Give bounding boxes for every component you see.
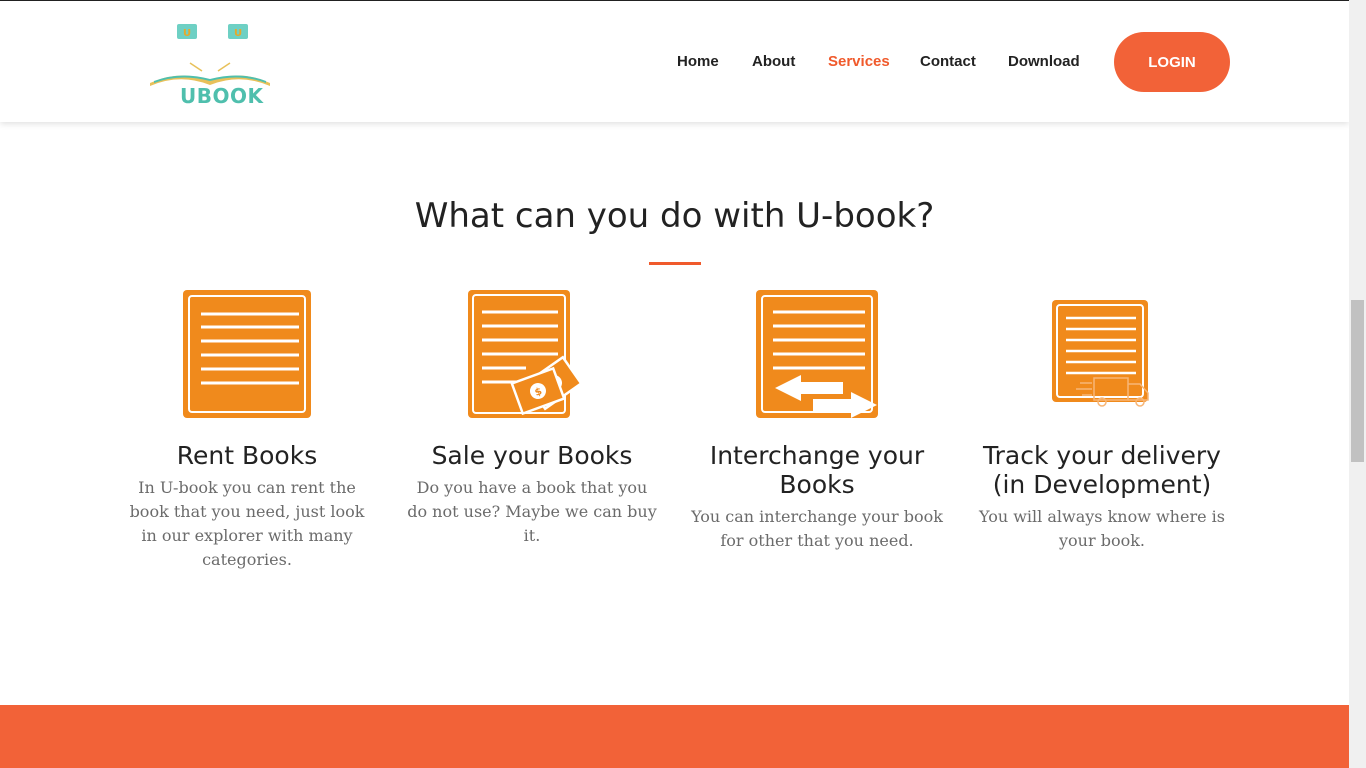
card-description: You can interchange your book for other …	[691, 507, 943, 550]
document-icon	[183, 290, 311, 418]
card-description: In U-book you can rent the book that you…	[129, 478, 365, 569]
card-description: You will always know where is your book.	[979, 507, 1225, 550]
card-title: Sale your Books	[431, 441, 633, 470]
service-card-track: Track your delivery (in Development) You…	[967, 285, 1237, 553]
nav-services[interactable]: Services	[828, 53, 890, 70]
card-description: Do you have a book that you do not use? …	[407, 478, 657, 545]
svg-text:U: U	[234, 28, 242, 39]
document-exchange-icon	[756, 290, 878, 418]
nav-contact[interactable]: Contact	[920, 53, 976, 70]
ubook-logo[interactable]: U U UBOOK	[146, 21, 274, 111]
heading-underline	[649, 262, 701, 265]
logo-wordmark: UBOOK	[180, 84, 264, 108]
services-heading: What can you do with U-book?	[414, 196, 935, 236]
open-book-icon: U U	[150, 24, 270, 86]
service-card-interchange: Interchange your Books You can interchan…	[682, 285, 952, 553]
svg-text:U: U	[183, 28, 191, 39]
service-card-rent: Rent Books In U-book you can rent the bo…	[112, 285, 382, 572]
card-title: Interchange your Books	[709, 441, 925, 499]
footer-banner	[0, 705, 1349, 768]
nav-download[interactable]: Download	[1008, 53, 1080, 70]
card-title: Track your delivery (in Development)	[983, 441, 1221, 499]
site-header: U U UBOOK Home About Services Contact Do…	[0, 1, 1349, 122]
document-delivery-truck-icon	[1052, 300, 1149, 407]
card-title: Rent Books	[176, 441, 318, 470]
document-money-icon: $ $	[468, 290, 583, 418]
scrollbar-thumb[interactable]	[1351, 300, 1364, 462]
nav-home[interactable]: Home	[677, 53, 719, 70]
service-card-sale: $ $ Sale your Books Do you have a book t…	[397, 285, 667, 548]
login-button[interactable]: LOGIN	[1114, 32, 1230, 92]
nav-about[interactable]: About	[752, 53, 795, 70]
